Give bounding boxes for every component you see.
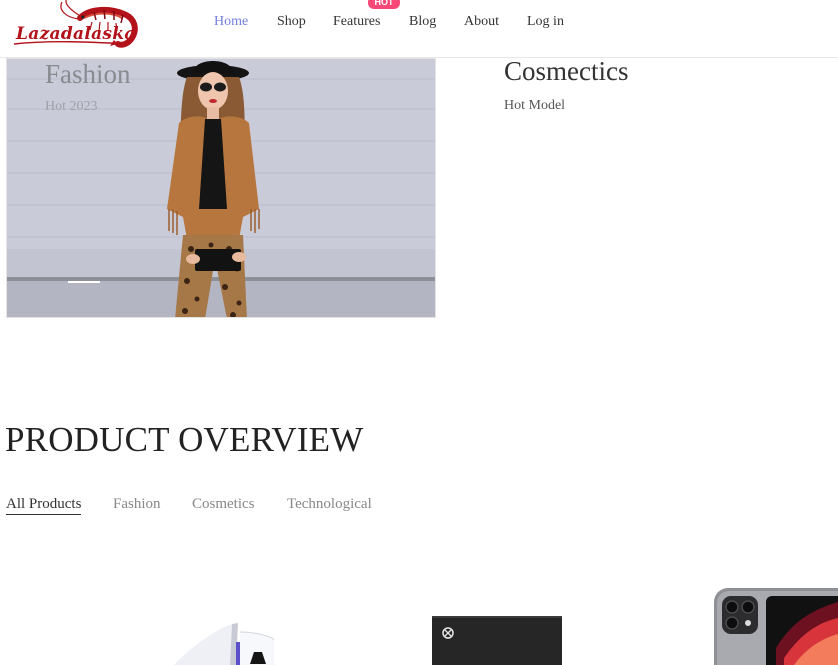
banner-fashion-subtitle: Hot 2023: [45, 99, 98, 114]
product-image-xbox[interactable]: [432, 616, 562, 665]
nav-shop[interactable]: Shop: [277, 14, 306, 30]
filter-cosmetics[interactable]: Cosmetics: [192, 496, 255, 513]
logo[interactable]: Lazadalaska: [10, 0, 140, 52]
product-image-tablet[interactable]: [714, 588, 838, 665]
nav-blog[interactable]: Blog: [409, 14, 436, 30]
xbox-console-icon: [432, 616, 562, 665]
tablet-icon: [714, 588, 838, 665]
product-image-console[interactable]: [170, 618, 280, 665]
fashion-model-image: [7, 59, 435, 317]
logo-text: Lazadalaska: [16, 24, 136, 44]
game-console-icon: [174, 623, 275, 665]
filter-technological[interactable]: Technological: [287, 496, 372, 513]
filter-fashion[interactable]: Fashion: [113, 496, 161, 513]
section-title: PRODUCT OVERVIEW: [5, 420, 364, 459]
nav-login[interactable]: Log in: [527, 14, 564, 30]
nav-about[interactable]: About: [464, 14, 499, 30]
nav-features[interactable]: Features: [333, 14, 380, 30]
filter-all-products[interactable]: All Products: [6, 496, 82, 515]
nav-home[interactable]: Home: [214, 14, 248, 30]
banner-fashion[interactable]: Fashion Hot 2023: [6, 58, 436, 318]
banner-cosmetics-subtitle: Hot Model: [504, 98, 566, 113]
hot-badge: HOT: [368, 0, 400, 9]
site-header: Lazadalaska Home Shop Features Blog Abou…: [0, 0, 838, 58]
carousel-indicator[interactable]: [68, 281, 100, 283]
banner-fashion-title: Fashion: [45, 59, 131, 89]
banner-cosmetics-title[interactable]: Cosmectics: [504, 56, 628, 87]
